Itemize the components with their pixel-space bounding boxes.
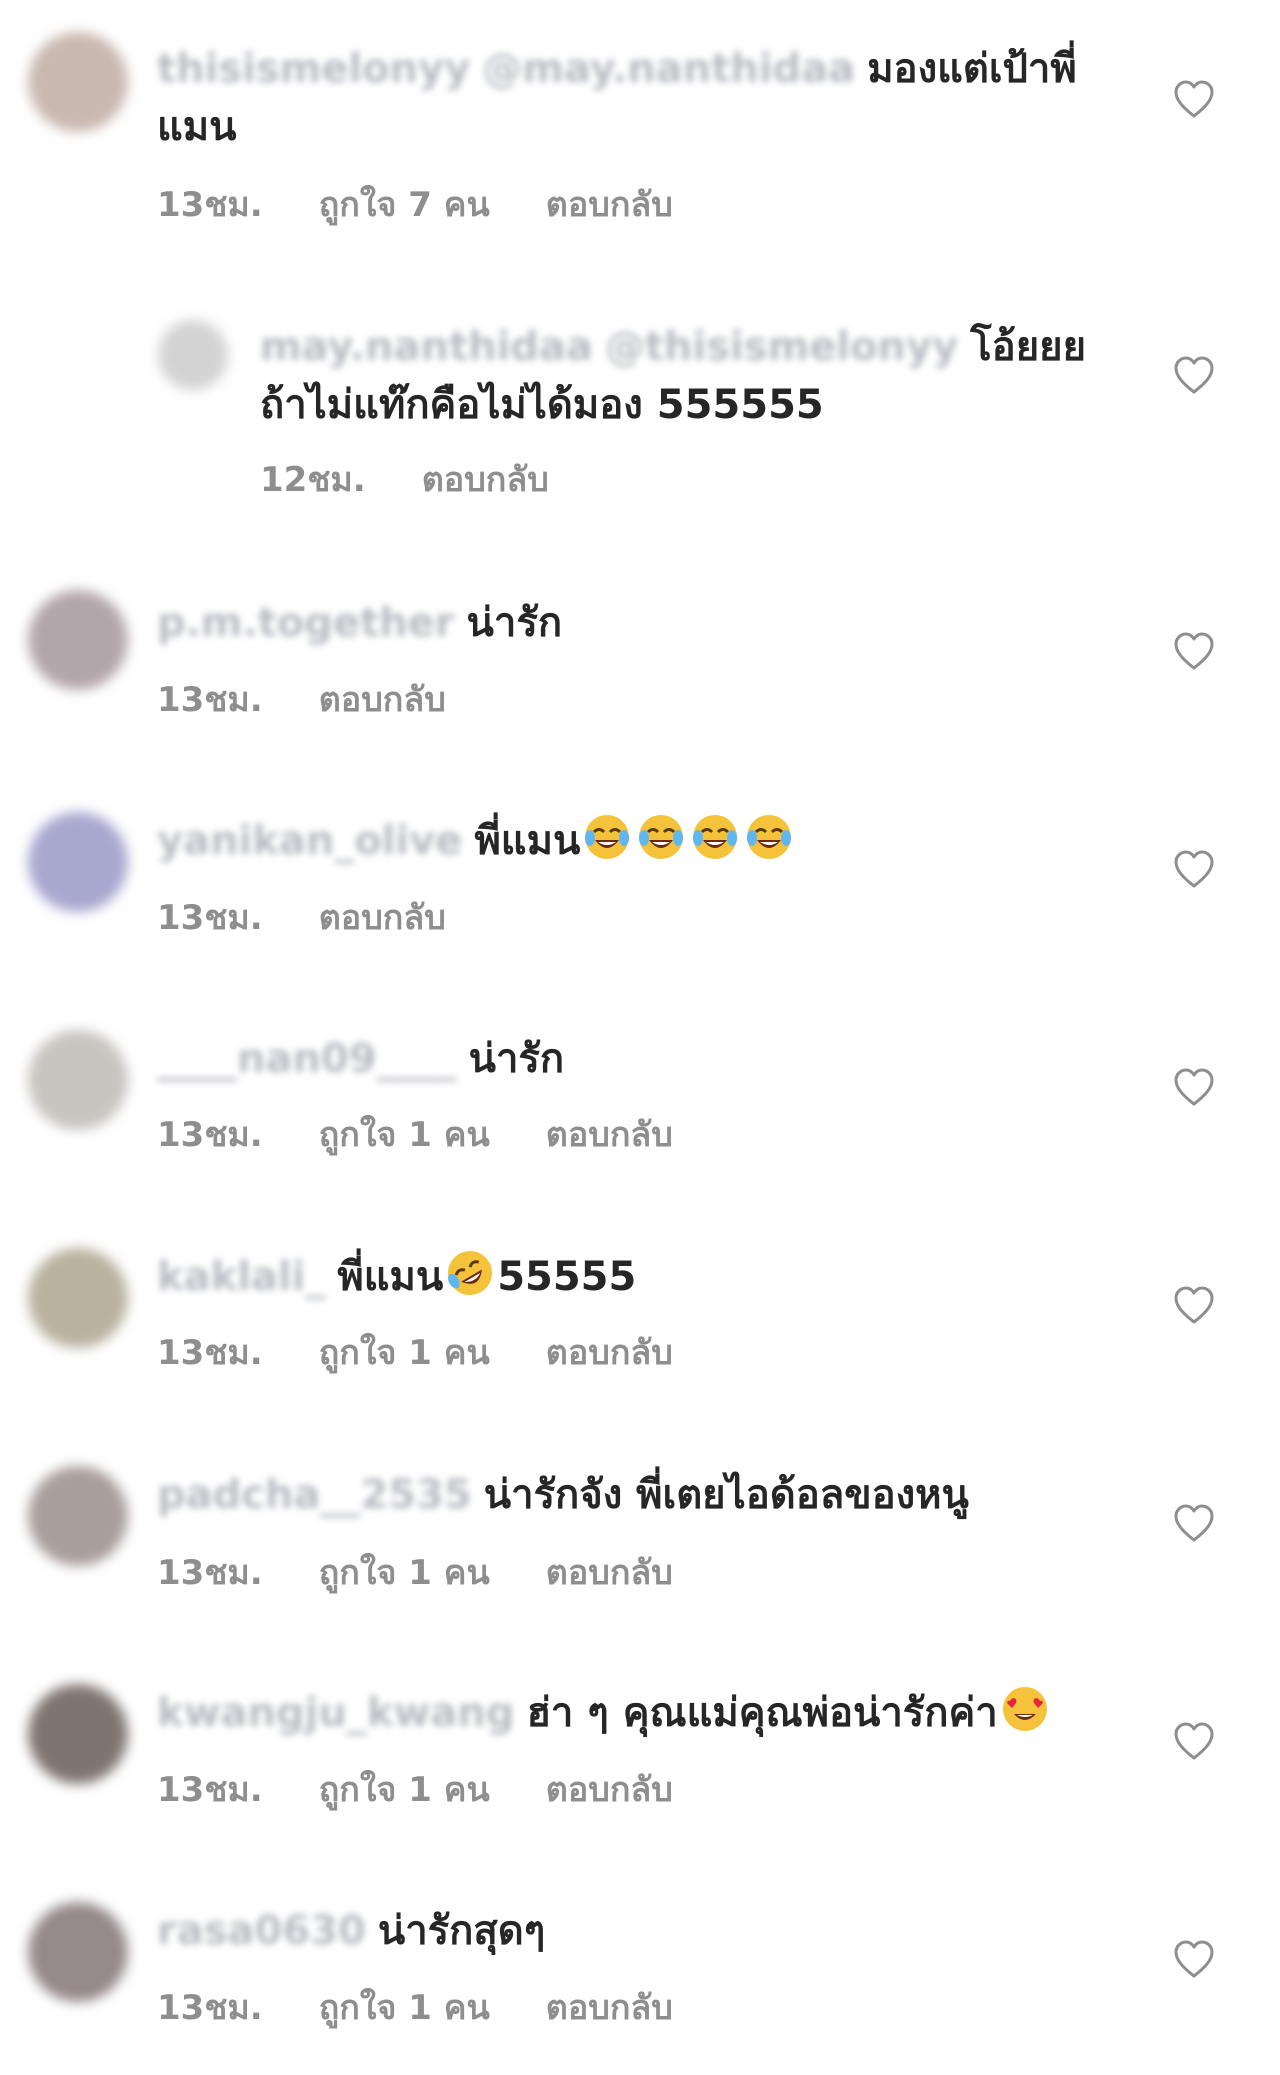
comment-text: น่ารัก [466,600,563,646]
comment-time: 13ชม. [157,898,263,938]
reply-button[interactable]: ตอบกลับ [546,1770,673,1810]
comment-body: kaklali_ พี่แมน 55555 [157,1248,1110,1306]
comment-meta: 12ชม. ตอบกลับ [260,460,605,500]
comment-meta: 13ชม. ถูกใจ 1 คน ตอบกลับ [157,1333,729,1373]
avatar[interactable] [158,320,228,390]
heart-outline-icon[interactable] [1173,632,1215,672]
comment-time: 13ชม. [157,185,263,225]
heart-outline-icon[interactable] [1173,850,1215,890]
avatar[interactable] [28,1466,128,1566]
avatar[interactable] [28,812,128,912]
comment-meta: 13ชม. ถูกใจ 1 คน ตอบกลับ [157,1988,729,2028]
comment-text: พี่แมน [337,1254,444,1300]
comment-text: พี่แมน [474,818,581,864]
comment-username[interactable]: padcha__2535 [157,1472,472,1518]
reply-button[interactable]: ตอบกลับ [546,1333,673,1373]
avatar[interactable] [28,1248,128,1348]
comment-meta: 13ชม. ถูกใจ 1 คน ตอบกลับ [157,1115,729,1155]
face-with-tears-of-joy-emoji [744,812,794,862]
comment-meta: 13ชม. ถูกใจ 1 คน ตอบกลับ [157,1770,729,1810]
comment-time: 13ชม. [157,680,263,720]
face-with-tears-of-joy-emoji [582,812,632,862]
comment-body: kwangju_kwang ฮ่า ๆ คุณแม่คุณพ่อน่ารักค่า [157,1684,1110,1742]
heart-outline-icon[interactable] [1173,356,1215,396]
comment-time: 13ชม. [157,1770,263,1810]
comments-list: thisismelonyy @may.nanthidaa มองแต่เป้าพี่… [0,0,1280,2075]
face-with-tears-of-joy-emoji [690,812,740,862]
comment-text: น่ารัก [468,1036,565,1082]
reply-button[interactable]: ตอบกลับ [546,1988,673,2028]
comment-body: thisismelonyy @may.nanthidaa มองแต่เป้าพี่… [157,40,1110,156]
comment-text: ฮ่า ๆ คุณแม่คุณพ่อน่ารักค่า [526,1690,998,1736]
comment-meta: 13ชม. ถูกใจ 1 คน ตอบกลับ [157,1553,729,1593]
comment-body: ____nan09____ น่ารัก [157,1030,1110,1088]
comment-mention[interactable]: @thisismelonyy [605,324,958,370]
face-with-tears-of-joy-emoji [636,812,686,862]
avatar[interactable] [28,32,128,132]
reply-button[interactable]: ตอบกลับ [319,680,446,720]
avatar[interactable] [28,1030,128,1130]
comment-time: 13ชม. [157,1988,263,2028]
comment-username[interactable]: may.nanthidaa [260,324,593,370]
comment-body: yanikan_olive พี่แมน [157,812,1110,870]
heart-outline-icon[interactable] [1173,1722,1215,1762]
avatar[interactable] [28,590,128,690]
comment-username[interactable]: p.m.together [157,600,455,646]
avatar[interactable] [28,1902,128,2002]
comment-body: rasa0630 น่ารักสุดๆ [157,1902,1110,1960]
comment-likes[interactable]: ถูกใจ 1 คน [319,1770,490,1810]
comment-text: น่ารักจัง พี่เตยไอด้อลของหนู [483,1472,969,1518]
comment-username[interactable]: ____nan09____ [157,1036,457,1082]
comment-username[interactable]: yanikan_olive [157,818,462,864]
comment-text: น่ารักสุดๆ [377,1908,546,1954]
comment-body: padcha__2535 น่ารักจัง พี่เตยไอด้อลของหนู [157,1466,1110,1524]
comment-meta: 13ชม. ตอบกลับ [157,680,502,720]
reply-button[interactable]: ตอบกลับ [546,1553,673,1593]
comment-username[interactable]: kaklali_ [157,1254,325,1300]
comment-text-suffix: 55555 [497,1254,637,1300]
comment-time: 13ชม. [157,1115,263,1155]
comment-meta: 13ชม. ถูกใจ 7 คน ตอบกลับ [157,185,729,225]
avatar[interactable] [28,1684,128,1784]
comment-meta: 13ชม. ตอบกลับ [157,898,502,938]
reply-button[interactable]: ตอบกลับ [546,1115,673,1155]
comment-time: 13ชม. [157,1553,263,1593]
rolling-on-the-floor-laughing-emoji [445,1248,495,1298]
reply-button[interactable]: ตอบกลับ [422,460,549,500]
reply-button[interactable]: ตอบกลับ [546,185,673,225]
reply-button[interactable]: ตอบกลับ [319,898,446,938]
comment-username[interactable]: rasa0630 [157,1908,366,1954]
comment-likes[interactable]: ถูกใจ 1 คน [319,1988,490,2028]
comment-likes[interactable]: ถูกใจ 1 คน [319,1333,490,1373]
comment-likes[interactable]: ถูกใจ 7 คน [319,185,490,225]
comment-username[interactable]: thisismelonyy [157,46,470,92]
comment-mention[interactable]: @may.nanthidaa [482,46,855,92]
heart-outline-icon[interactable] [1173,1286,1215,1326]
comment-likes[interactable]: ถูกใจ 1 คน [319,1553,490,1593]
heart-outline-icon[interactable] [1173,1504,1215,1544]
comment-time: 12ชม. [260,460,366,500]
heart-outline-icon[interactable] [1173,1940,1215,1980]
heart-outline-icon[interactable] [1173,80,1215,120]
comment-time: 13ชม. [157,1333,263,1373]
comment-username[interactable]: kwangju_kwang [157,1690,515,1736]
comment-likes[interactable]: ถูกใจ 1 คน [319,1115,490,1155]
comment-body: p.m.together น่ารัก [157,594,1110,652]
smiling-face-with-heart-eyes-emoji [1000,1684,1050,1734]
comment-body: may.nanthidaa @thisismelonyy โอ้ยยย ถ้าไม่… [260,318,1110,434]
heart-outline-icon[interactable] [1173,1068,1215,1108]
